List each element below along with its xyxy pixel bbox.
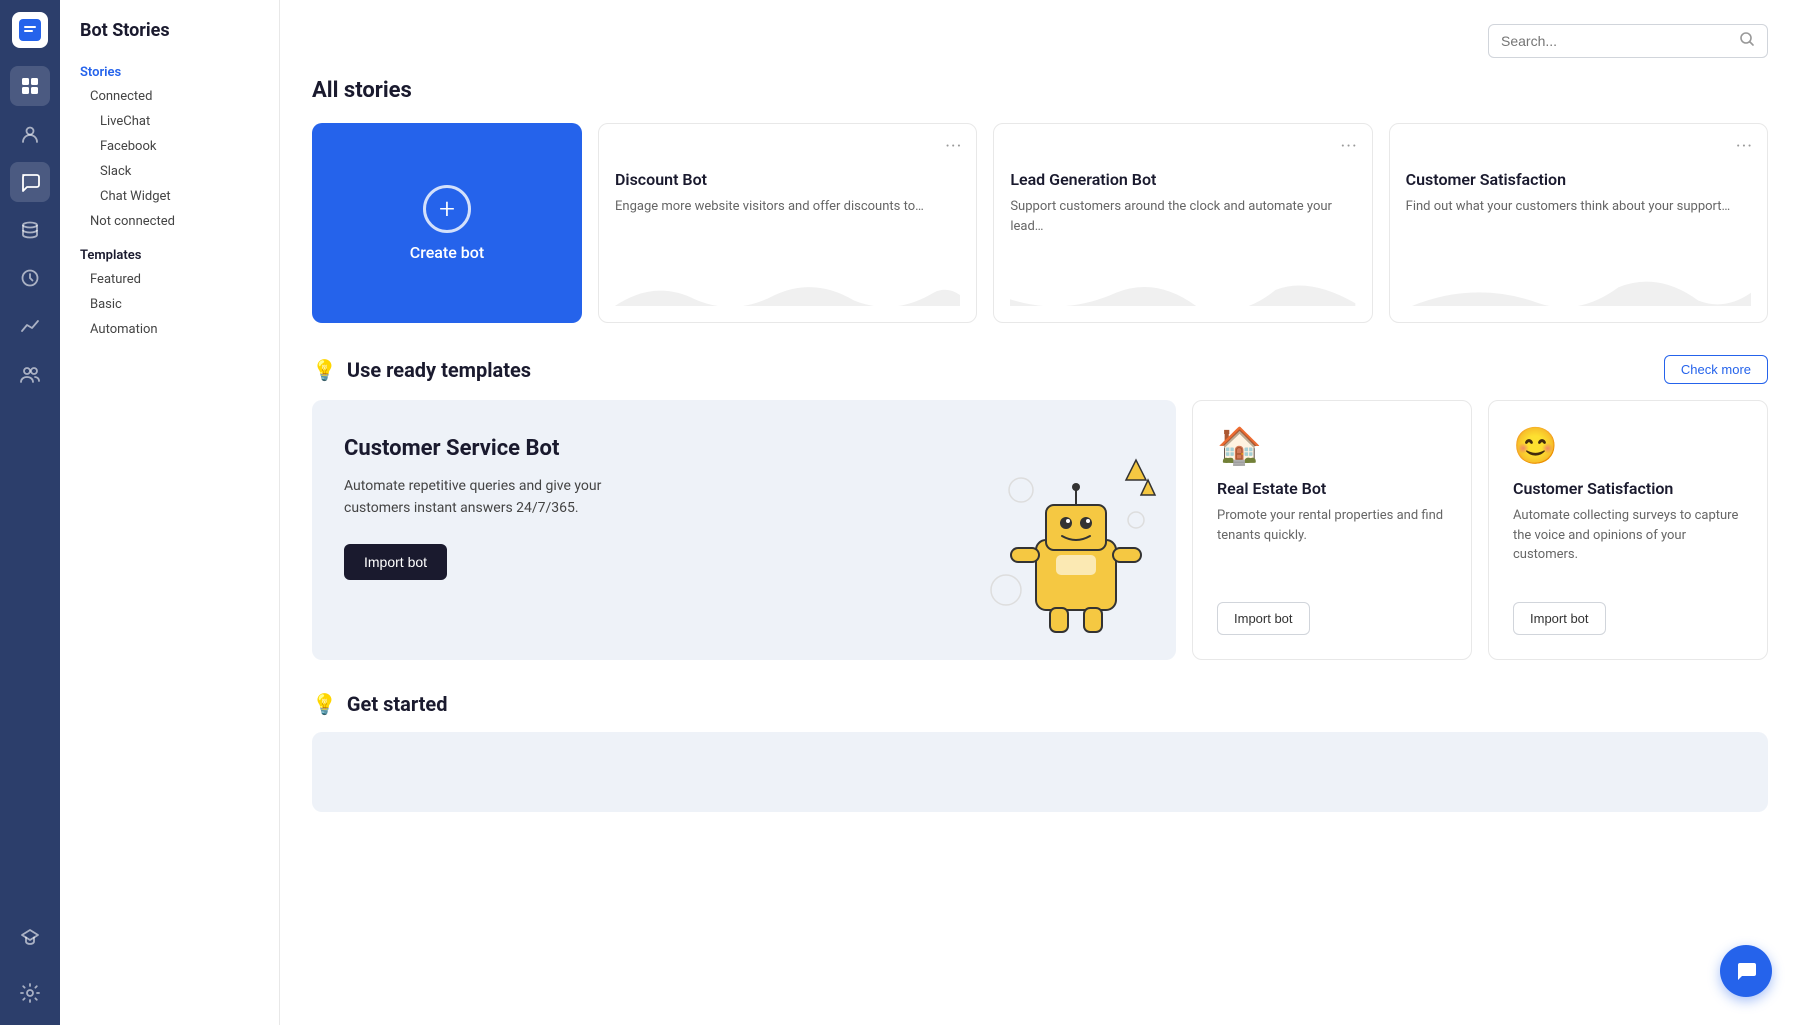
- import-bot-button-featured[interactable]: Import bot: [344, 544, 447, 580]
- templates-section: 💡 Use ready templates Check more Custome…: [312, 355, 1768, 660]
- bot-card-discount: ··· Discount Bot Engage more website vis…: [598, 123, 977, 323]
- satisfaction-bot-title: Customer Satisfaction: [1406, 170, 1751, 189]
- sidebar-basic[interactable]: Basic: [60, 292, 279, 317]
- all-stories-title: All stories: [312, 78, 1768, 103]
- bulb-icon-2: 💡: [312, 692, 337, 716]
- nav-analytics[interactable]: [10, 306, 50, 346]
- sidebar: Bot Stories Stories Connected LiveChat F…: [60, 0, 280, 1025]
- custsatisfaction-icon: 😊: [1513, 425, 1743, 467]
- sidebar-templates-header: Templates: [60, 234, 279, 267]
- search-container: [1488, 24, 1768, 58]
- check-more-button[interactable]: Check more: [1664, 355, 1768, 384]
- realestate-desc: Promote your rental properties and find …: [1217, 506, 1447, 582]
- sidebar-not-connected[interactable]: Not connected: [60, 209, 279, 234]
- bot-card-lead: ··· Lead Generation Bot Support customer…: [993, 123, 1372, 323]
- templates-title: Use ready templates: [347, 358, 531, 382]
- icon-nav: [0, 0, 60, 1025]
- custsatisfaction-title: Customer Satisfaction: [1513, 479, 1743, 498]
- satisfaction-bot-desc: Find out what your customers think about…: [1406, 197, 1751, 217]
- sidebar-automation[interactable]: Automation: [60, 317, 279, 342]
- templates-grid: Customer Service Bot Automate repetitive…: [312, 400, 1768, 660]
- card-menu-lead[interactable]: ···: [1341, 136, 1358, 157]
- discount-bot-wave: [615, 266, 960, 306]
- nav-settings[interactable]: [10, 973, 50, 1013]
- app-logo[interactable]: [12, 12, 48, 48]
- create-plus-icon: +: [423, 185, 471, 233]
- template-custsatisfaction-card: 😊 Customer Satisfaction Automate collect…: [1488, 400, 1768, 660]
- sidebar-chat-widget[interactable]: Chat Widget: [60, 184, 279, 209]
- lead-bot-desc: Support customers around the clock and a…: [1010, 197, 1355, 236]
- main-content: All stories + Create bot ··· Discount Bo…: [280, 0, 1800, 1025]
- card-menu-discount[interactable]: ···: [945, 136, 962, 157]
- discount-bot-desc: Engage more website visitors and offer d…: [615, 197, 960, 217]
- get-started-card: [312, 732, 1768, 812]
- float-chat-button[interactable]: [1720, 945, 1772, 997]
- search-icon: [1739, 31, 1755, 51]
- lead-bot-title: Lead Generation Bot: [1010, 170, 1355, 189]
- import-bot-button-custsatisfaction[interactable]: Import bot: [1513, 602, 1606, 635]
- satisfaction-bot-wave: [1406, 266, 1751, 306]
- lead-bot-wave: [1010, 266, 1355, 306]
- nav-clock[interactable]: [10, 258, 50, 298]
- sidebar-facebook[interactable]: Facebook: [60, 134, 279, 159]
- sidebar-featured[interactable]: Featured: [60, 267, 279, 292]
- nav-academy[interactable]: [10, 917, 50, 957]
- featured-title: Customer Service Bot: [344, 436, 624, 461]
- search-input[interactable]: [1501, 33, 1731, 49]
- realestate-title: Real Estate Bot: [1217, 479, 1447, 498]
- create-bot-label: Create bot: [410, 243, 484, 262]
- bot-card-satisfaction: ··· Customer Satisfaction Find out what …: [1389, 123, 1768, 323]
- featured-desc: Automate repetitive queries and give you…: [344, 475, 624, 520]
- get-started-title: 💡 Get started: [312, 692, 1768, 716]
- sidebar-connected[interactable]: Connected: [60, 84, 279, 109]
- bulb-icon: 💡: [312, 358, 337, 382]
- create-bot-card[interactable]: + Create bot: [312, 123, 582, 323]
- card-menu-satisfaction[interactable]: ···: [1736, 136, 1753, 157]
- nav-team[interactable]: [10, 354, 50, 394]
- custsatisfaction-desc: Automate collecting surveys to capture t…: [1513, 506, 1743, 582]
- sidebar-slack[interactable]: Slack: [60, 159, 279, 184]
- template-realestate-card: 🏠 Real Estate Bot Promote your rental pr…: [1192, 400, 1472, 660]
- featured-illustration: [966, 440, 1176, 660]
- nav-database[interactable]: [10, 210, 50, 250]
- sidebar-stories-label[interactable]: Stories: [60, 57, 279, 84]
- template-featured-card: Customer Service Bot Automate repetitive…: [312, 400, 1176, 660]
- discount-bot-title: Discount Bot: [615, 170, 960, 189]
- nav-chat[interactable]: [10, 162, 50, 202]
- top-bar: [312, 24, 1768, 58]
- sidebar-livechat[interactable]: LiveChat: [60, 109, 279, 134]
- nav-dashboard[interactable]: [10, 66, 50, 106]
- templates-title-row: 💡 Use ready templates: [312, 358, 531, 382]
- templates-header: 💡 Use ready templates Check more: [312, 355, 1768, 384]
- import-bot-button-realestate[interactable]: Import bot: [1217, 602, 1310, 635]
- realestate-icon: 🏠: [1217, 425, 1447, 467]
- get-started-section: 💡 Get started: [312, 692, 1768, 812]
- nav-users[interactable]: [10, 114, 50, 154]
- bot-cards-row: + Create bot ··· Discount Bot Engage mor…: [312, 123, 1768, 323]
- sidebar-title: Bot Stories: [60, 20, 279, 57]
